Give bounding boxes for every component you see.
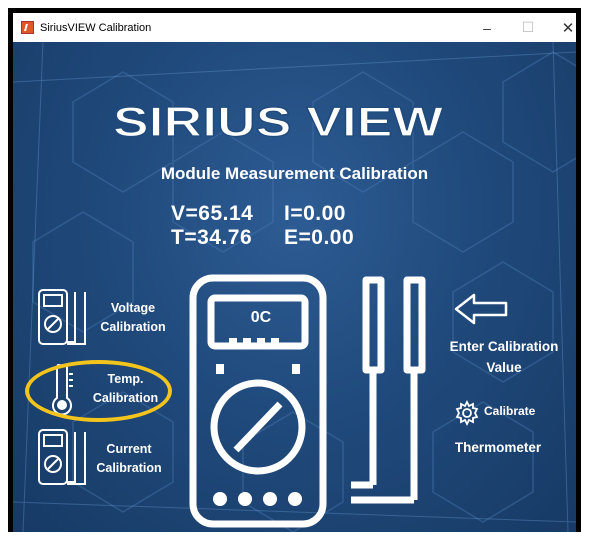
close-button[interactable]: ✕ [548,13,588,42]
window-title: SiriusVIEW Calibration [40,21,152,34]
thermometer-button[interactable]: Thermometer [443,437,553,458]
calibrate-label: Calibrate [484,404,536,418]
current-calibration-line2: Calibration [96,461,162,475]
meter-display-value: 0C [251,309,272,326]
enter-calibration-value-button[interactable]: Enter Calibration Value [441,336,567,378]
main-canvas: SIRIUS VIEW Module Measurement Calibrati… [13,42,576,532]
app-icon [21,21,34,34]
current-calibration-line1: Current [106,442,152,456]
page-subtitle: Module Measurement Calibration [160,164,429,183]
minimize-button[interactable]: – [467,13,507,42]
maximize-button[interactable]: ☐ [508,13,548,42]
svg-text:SIRIUS VIEW: SIRIUS VIEW [113,98,443,144]
app-window: SiriusVIEW Calibration – ☐ ✕ SIRIUS VIEW… [13,13,576,532]
multimeter-icon [38,429,86,485]
energy-reading: E=0.00 [284,226,355,249]
current-reading: I=0.00 [284,202,346,225]
multimeter-illustration: 0C [189,274,426,528]
title-bar[interactable]: SiriusVIEW Calibration – ☐ ✕ [13,13,576,42]
voltage-reading: V=65.14 [171,202,254,225]
arrow-left-icon[interactable] [454,292,510,326]
highlight-circle [25,360,172,422]
enter-calibration-line2: Value [486,360,522,375]
enter-calibration-line1: Enter Calibration [449,339,559,354]
voltage-calibration-line1: Voltage [110,301,156,315]
temperature-reading: T=34.76 [171,226,253,249]
multimeter-icon [38,289,86,345]
gear-icon [455,400,479,426]
siriusview-logo: SIRIUS VIEW [112,98,444,144]
voltage-calibration-line2: Calibration [100,320,166,334]
